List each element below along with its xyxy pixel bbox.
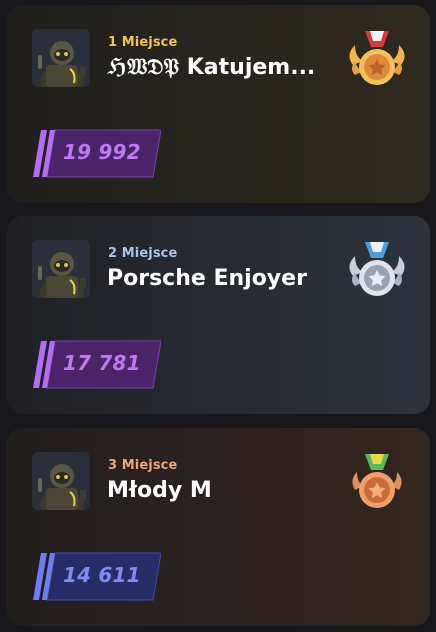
player-avatar (32, 452, 90, 510)
score-badge: 19 992 (33, 128, 161, 179)
player-name[interactable]: Młody M (107, 478, 212, 503)
place-label: 1 Miejsce (108, 35, 178, 50)
score-value: 17 781 (63, 351, 141, 375)
score-badge: 17 781 (33, 339, 161, 390)
gold-medal-icon (343, 27, 411, 93)
player-name[interactable]: Porsche Enjoyer (107, 266, 307, 291)
leaderboard: 1 Miejsce ℌ𝔚𝔇𝔓 Katujem... 19 992 2 Miejs… (0, 0, 436, 632)
score-badge: 14 611 (33, 551, 161, 602)
leaderboard-card-2[interactable]: 2 Miejsce Porsche Enjoyer 17 781 (7, 216, 430, 414)
place-label: 3 Miejsce (108, 458, 178, 473)
bronze-medal-icon (343, 450, 411, 516)
leaderboard-card-3[interactable]: 3 Miejsce Młody M 14 611 (7, 428, 430, 626)
player-avatar (32, 29, 90, 87)
player-name[interactable]: ℌ𝔚𝔇𝔓 Katujem... (107, 55, 315, 80)
score-value: 19 992 (63, 140, 141, 164)
silver-medal-icon (343, 238, 411, 304)
player-avatar (32, 240, 90, 298)
place-label: 2 Miejsce (108, 246, 178, 261)
leaderboard-card-1[interactable]: 1 Miejsce ℌ𝔚𝔇𝔓 Katujem... 19 992 (7, 5, 430, 203)
score-value: 14 611 (63, 563, 141, 587)
